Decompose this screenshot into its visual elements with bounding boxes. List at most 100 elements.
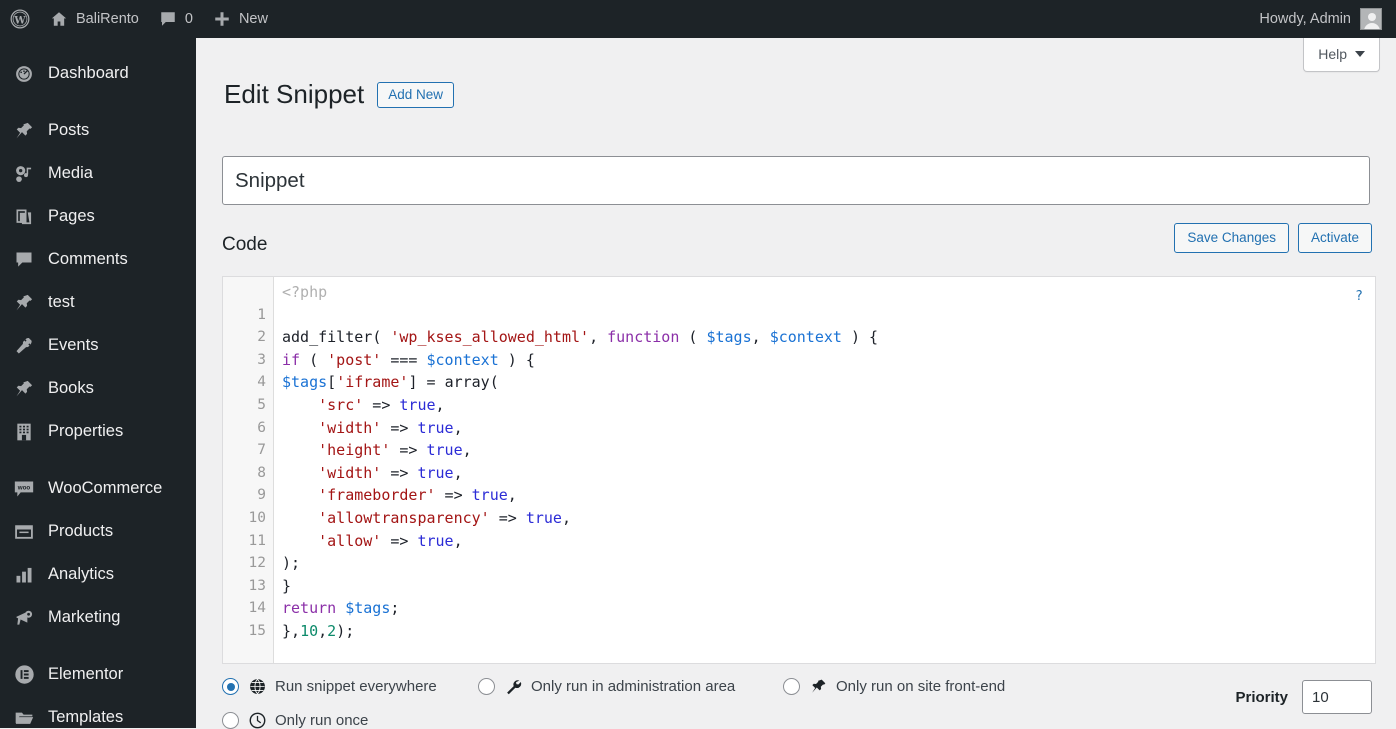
code-token: === (381, 350, 427, 369)
woo-icon: woo (12, 479, 36, 499)
scope-options: Run snippet everywhere Only run in admin… (222, 678, 1372, 729)
save-changes-button[interactable]: Save Changes (1174, 223, 1289, 253)
code-token: return (282, 599, 337, 618)
line-number-gutter: .123456789101112131415 (223, 277, 274, 663)
code-token: , (453, 463, 463, 482)
code-token: $context (426, 350, 499, 369)
snippet-title-input[interactable] (222, 156, 1370, 205)
code-token: 'post' (327, 350, 382, 369)
help-label: Help (1318, 46, 1347, 62)
code-token: ( (300, 350, 328, 369)
scope-option-admin[interactable]: Only run in administration area (478, 678, 783, 695)
sidebar-item-pages[interactable]: Pages (0, 195, 196, 238)
code-token: 'allow' (318, 531, 382, 550)
sidebar-item-marketing[interactable]: Marketing (0, 596, 196, 639)
scope-options-row-1: Run snippet everywhere Only run in admin… (222, 678, 1372, 714)
code-token: } (282, 576, 292, 595)
code-token: ); (282, 554, 301, 573)
sidebar-label: Properties (48, 422, 124, 440)
priority-input[interactable] (1302, 680, 1372, 714)
sidebar-item-media[interactable]: Media (0, 152, 196, 195)
new-content-button[interactable]: New (203, 0, 278, 38)
editor-help-marker[interactable]: ? (1355, 289, 1363, 304)
elementor-icon (12, 664, 36, 685)
new-content-label: New (238, 11, 268, 27)
line-number: 5 (257, 396, 266, 413)
help-toggle-button[interactable]: Help (1303, 38, 1380, 72)
line-number: 14 (248, 600, 266, 617)
help-tab-wrapper: Help (1303, 38, 1380, 72)
pages-icon (12, 207, 36, 227)
sidebar-item-templates[interactable]: Templates (0, 696, 196, 728)
radio-everywhere[interactable] (222, 678, 239, 695)
code-token: [ (327, 373, 337, 392)
clock-icon (247, 712, 267, 729)
code-text-area[interactable]: <?php add_filter( 'wp_kses_allowed_html'… (274, 277, 1375, 663)
sidebar-item-comments[interactable]: Comments (0, 238, 196, 281)
activate-button[interactable]: Activate (1297, 223, 1372, 253)
radio-run-once[interactable] (222, 712, 239, 729)
code-token: function (607, 328, 680, 347)
code-token: true (426, 441, 463, 460)
code-editor[interactable]: .123456789101112131415 <?php add_filter(… (222, 276, 1376, 664)
building-icon (12, 422, 36, 442)
radio-front-end[interactable] (783, 678, 800, 695)
sidebar-item-properties[interactable]: Properties (0, 410, 196, 453)
sidebar-label: WooCommerce (48, 479, 163, 497)
code-token: => (390, 441, 427, 460)
sidebar-label: Comments (48, 250, 128, 268)
code-token: 'src' (318, 395, 364, 414)
folder-icon (12, 708, 36, 728)
svg-text:W: W (13, 15, 26, 26)
chevron-down-icon (1355, 51, 1365, 57)
sidebar-item-posts[interactable]: Posts (0, 109, 196, 152)
code-token: => (381, 463, 418, 482)
code-line: if ( 'post' === $context ) { (274, 349, 1375, 372)
sidebar-label: Products (48, 522, 114, 540)
scope-option-everywhere[interactable]: Run snippet everywhere (222, 678, 478, 695)
line-number: 2 (257, 329, 266, 346)
sidebar-item-products[interactable]: Products (0, 510, 196, 553)
menu-spacer (0, 453, 196, 467)
my-account-menu[interactable]: Howdy, Admin (1259, 8, 1396, 30)
code-token: $tags (282, 373, 328, 392)
code-line: },10,2); (274, 620, 1375, 643)
products-icon (12, 522, 36, 542)
line-number: 15 (248, 622, 266, 639)
sidebar-item-woocommerce[interactable]: woo WooCommerce (0, 467, 196, 510)
code-token: if (282, 350, 301, 369)
pin-icon (808, 678, 828, 695)
code-token: => (435, 486, 472, 505)
sidebar-item-analytics[interactable]: Analytics (0, 553, 196, 596)
add-new-button[interactable]: Add New (377, 82, 454, 109)
pin-icon (12, 121, 36, 141)
sidebar-item-events[interactable]: Events (0, 324, 196, 367)
line-number: 10 (248, 509, 266, 526)
comment-icon (12, 250, 36, 270)
sidebar-item-books[interactable]: Books (0, 367, 196, 410)
wp-logo-button[interactable]: W (0, 0, 40, 38)
megaphone-icon (12, 608, 36, 628)
line-number: 6 (257, 419, 266, 436)
code-line: 'frameborder' => true, (274, 484, 1375, 507)
sidebar-item-elementor[interactable]: Elementor (0, 653, 196, 696)
code-token: $context (769, 328, 842, 347)
code-token: , (318, 621, 328, 640)
comments-button[interactable]: 0 (149, 0, 203, 38)
scope-option-frontend[interactable]: Only run on site front-end (783, 678, 1005, 695)
line-number: 13 (248, 577, 266, 594)
code-token: , (589, 328, 608, 347)
scope-option-once[interactable]: Only run once (222, 712, 368, 729)
scope-label: Run snippet everywhere (275, 678, 437, 695)
code-token: , (751, 328, 770, 347)
code-line: 'allow' => true, (274, 530, 1375, 553)
sidebar-item-test[interactable]: test (0, 281, 196, 324)
radio-admin-area[interactable] (478, 678, 495, 695)
page-title: Edit Snippet (224, 79, 365, 110)
scope-label: Only run once (275, 712, 369, 729)
sidebar-item-dashboard[interactable]: Dashboard (0, 52, 196, 95)
home-icon (50, 10, 68, 28)
site-name-button[interactable]: BaliRento (40, 0, 149, 38)
code-token: true (471, 486, 508, 505)
